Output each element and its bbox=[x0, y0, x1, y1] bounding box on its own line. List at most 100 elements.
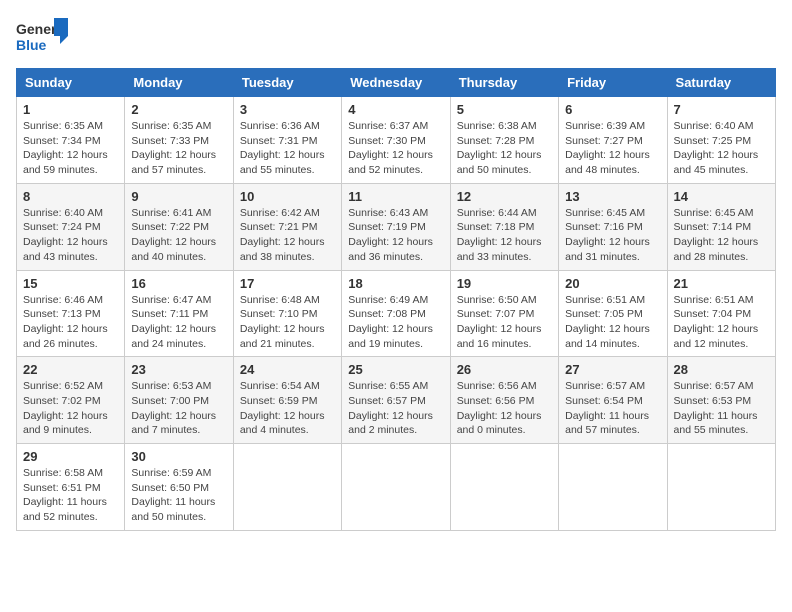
calendar-cell: 19 Sunrise: 6:50 AM Sunset: 7:07 PM Dayli… bbox=[450, 270, 558, 357]
day-number: 28 bbox=[674, 362, 769, 377]
day-info: Sunrise: 6:37 AM Sunset: 7:30 PM Dayligh… bbox=[348, 119, 443, 178]
calendar-week-2: 8Sunrise: 6:40 AM Sunset: 7:24 PM Daylig… bbox=[17, 183, 776, 270]
day-info: Sunrise: 6:58 AM Sunset: 6:51 PM Dayligh… bbox=[23, 466, 118, 525]
day-number: 24 bbox=[240, 362, 335, 377]
calendar-cell: 25 Sunrise: 6:55 AM Sunset: 6:57 PM Dayli… bbox=[342, 357, 450, 444]
calendar-week-1: 1 Sunrise: 6:35 AM Sunset: 7:34 PM Daylig… bbox=[17, 97, 776, 184]
day-info: Sunrise: 6:42 AM Sunset: 7:21 PM Dayligh… bbox=[240, 206, 335, 265]
logo: GeneralBlue bbox=[16, 16, 71, 58]
calendar-week-5: 29 Sunrise: 6:58 AM Sunset: 6:51 PM Dayli… bbox=[17, 444, 776, 531]
calendar-cell bbox=[559, 444, 667, 531]
calendar-cell: 20Sunrise: 6:51 AM Sunset: 7:05 PM Dayli… bbox=[559, 270, 667, 357]
day-number: 15 bbox=[23, 276, 118, 291]
day-number: 9 bbox=[131, 189, 226, 204]
calendar-cell bbox=[342, 444, 450, 531]
day-number: 13 bbox=[565, 189, 660, 204]
day-number: 5 bbox=[457, 102, 552, 117]
calendar-cell: 22 Sunrise: 6:52 AM Sunset: 7:02 PM Dayli… bbox=[17, 357, 125, 444]
day-info: Sunrise: 6:35 AM Sunset: 7:33 PM Dayligh… bbox=[131, 119, 226, 178]
day-info: Sunrise: 6:49 AM Sunset: 7:08 PM Dayligh… bbox=[348, 293, 443, 352]
day-number: 11 bbox=[348, 189, 443, 204]
day-number: 2 bbox=[131, 102, 226, 117]
day-info: Sunrise: 6:50 AM Sunset: 7:07 PM Dayligh… bbox=[457, 293, 552, 352]
calendar-cell bbox=[667, 444, 775, 531]
svg-text:Blue: Blue bbox=[16, 37, 47, 53]
calendar-cell: 5 Sunrise: 6:38 AM Sunset: 7:28 PM Daylig… bbox=[450, 97, 558, 184]
day-info: Sunrise: 6:41 AM Sunset: 7:22 PM Dayligh… bbox=[131, 206, 226, 265]
day-number: 27 bbox=[565, 362, 660, 377]
calendar-cell: 15 Sunrise: 6:46 AM Sunset: 7:13 PM Dayli… bbox=[17, 270, 125, 357]
day-info: Sunrise: 6:39 AM Sunset: 7:27 PM Dayligh… bbox=[565, 119, 660, 178]
logo-svg: GeneralBlue bbox=[16, 16, 71, 58]
calendar-cell: 1 Sunrise: 6:35 AM Sunset: 7:34 PM Daylig… bbox=[17, 97, 125, 184]
weekday-header-friday: Friday bbox=[559, 69, 667, 97]
calendar-cell: 17 Sunrise: 6:48 AM Sunset: 7:10 PM Dayli… bbox=[233, 270, 341, 357]
day-number: 7 bbox=[674, 102, 769, 117]
day-info: Sunrise: 6:40 AM Sunset: 7:24 PM Dayligh… bbox=[23, 206, 118, 265]
calendar-table: SundayMondayTuesdayWednesdayThursdayFrid… bbox=[16, 68, 776, 531]
day-info: Sunrise: 6:36 AM Sunset: 7:31 PM Dayligh… bbox=[240, 119, 335, 178]
day-number: 12 bbox=[457, 189, 552, 204]
calendar-cell: 3 Sunrise: 6:36 AM Sunset: 7:31 PM Daylig… bbox=[233, 97, 341, 184]
calendar-cell bbox=[233, 444, 341, 531]
day-number: 22 bbox=[23, 362, 118, 377]
calendar-cell: 23Sunrise: 6:53 AM Sunset: 7:00 PM Dayli… bbox=[125, 357, 233, 444]
day-info: Sunrise: 6:45 AM Sunset: 7:14 PM Dayligh… bbox=[674, 206, 769, 265]
day-number: 1 bbox=[23, 102, 118, 117]
day-info: Sunrise: 6:47 AM Sunset: 7:11 PM Dayligh… bbox=[131, 293, 226, 352]
day-info: Sunrise: 6:46 AM Sunset: 7:13 PM Dayligh… bbox=[23, 293, 118, 352]
day-info: Sunrise: 6:54 AM Sunset: 6:59 PM Dayligh… bbox=[240, 379, 335, 438]
calendar-cell: 29 Sunrise: 6:58 AM Sunset: 6:51 PM Dayli… bbox=[17, 444, 125, 531]
day-info: Sunrise: 6:51 AM Sunset: 7:04 PM Dayligh… bbox=[674, 293, 769, 352]
weekday-header-tuesday: Tuesday bbox=[233, 69, 341, 97]
day-info: Sunrise: 6:43 AM Sunset: 7:19 PM Dayligh… bbox=[348, 206, 443, 265]
weekday-header-thursday: Thursday bbox=[450, 69, 558, 97]
day-number: 3 bbox=[240, 102, 335, 117]
calendar-cell: 12 Sunrise: 6:44 AM Sunset: 7:18 PM Dayli… bbox=[450, 183, 558, 270]
day-info: Sunrise: 6:57 AM Sunset: 6:53 PM Dayligh… bbox=[674, 379, 769, 438]
day-info: Sunrise: 6:40 AM Sunset: 7:25 PM Dayligh… bbox=[674, 119, 769, 178]
calendar-cell: 8Sunrise: 6:40 AM Sunset: 7:24 PM Daylig… bbox=[17, 183, 125, 270]
calendar-cell bbox=[450, 444, 558, 531]
day-info: Sunrise: 6:59 AM Sunset: 6:50 PM Dayligh… bbox=[131, 466, 226, 525]
day-info: Sunrise: 6:44 AM Sunset: 7:18 PM Dayligh… bbox=[457, 206, 552, 265]
day-number: 30 bbox=[131, 449, 226, 464]
day-info: Sunrise: 6:45 AM Sunset: 7:16 PM Dayligh… bbox=[565, 206, 660, 265]
weekday-header-monday: Monday bbox=[125, 69, 233, 97]
calendar-cell: 27 Sunrise: 6:57 AM Sunset: 6:54 PM Dayli… bbox=[559, 357, 667, 444]
day-number: 29 bbox=[23, 449, 118, 464]
calendar-cell: 26Sunrise: 6:56 AM Sunset: 6:56 PM Dayli… bbox=[450, 357, 558, 444]
calendar-cell: 21Sunrise: 6:51 AM Sunset: 7:04 PM Dayli… bbox=[667, 270, 775, 357]
weekday-header-saturday: Saturday bbox=[667, 69, 775, 97]
calendar-cell: 7 Sunrise: 6:40 AM Sunset: 7:25 PM Daylig… bbox=[667, 97, 775, 184]
calendar-week-4: 22 Sunrise: 6:52 AM Sunset: 7:02 PM Dayli… bbox=[17, 357, 776, 444]
calendar-cell: 14 Sunrise: 6:45 AM Sunset: 7:14 PM Dayli… bbox=[667, 183, 775, 270]
day-number: 14 bbox=[674, 189, 769, 204]
day-number: 25 bbox=[348, 362, 443, 377]
day-number: 10 bbox=[240, 189, 335, 204]
calendar-cell: 9 Sunrise: 6:41 AM Sunset: 7:22 PM Daylig… bbox=[125, 183, 233, 270]
calendar-cell: 2 Sunrise: 6:35 AM Sunset: 7:33 PM Daylig… bbox=[125, 97, 233, 184]
calendar-cell: 6 Sunrise: 6:39 AM Sunset: 7:27 PM Daylig… bbox=[559, 97, 667, 184]
day-number: 23 bbox=[131, 362, 226, 377]
day-info: Sunrise: 6:55 AM Sunset: 6:57 PM Dayligh… bbox=[348, 379, 443, 438]
day-info: Sunrise: 6:38 AM Sunset: 7:28 PM Dayligh… bbox=[457, 119, 552, 178]
calendar-cell: 28 Sunrise: 6:57 AM Sunset: 6:53 PM Dayli… bbox=[667, 357, 775, 444]
day-number: 16 bbox=[131, 276, 226, 291]
day-number: 19 bbox=[457, 276, 552, 291]
day-number: 6 bbox=[565, 102, 660, 117]
day-info: Sunrise: 6:48 AM Sunset: 7:10 PM Dayligh… bbox=[240, 293, 335, 352]
day-info: Sunrise: 6:56 AM Sunset: 6:56 PM Dayligh… bbox=[457, 379, 552, 438]
day-number: 4 bbox=[348, 102, 443, 117]
day-info: Sunrise: 6:57 AM Sunset: 6:54 PM Dayligh… bbox=[565, 379, 660, 438]
calendar-cell: 30 Sunrise: 6:59 AM Sunset: 6:50 PM Dayli… bbox=[125, 444, 233, 531]
day-info: Sunrise: 6:52 AM Sunset: 7:02 PM Dayligh… bbox=[23, 379, 118, 438]
weekday-header-wednesday: Wednesday bbox=[342, 69, 450, 97]
calendar-cell: 18Sunrise: 6:49 AM Sunset: 7:08 PM Dayli… bbox=[342, 270, 450, 357]
day-number: 17 bbox=[240, 276, 335, 291]
calendar-cell: 11 Sunrise: 6:43 AM Sunset: 7:19 PM Dayli… bbox=[342, 183, 450, 270]
weekday-header-sunday: Sunday bbox=[17, 69, 125, 97]
calendar-cell: 13 Sunrise: 6:45 AM Sunset: 7:16 PM Dayli… bbox=[559, 183, 667, 270]
header: GeneralBlue bbox=[16, 16, 776, 58]
day-info: Sunrise: 6:35 AM Sunset: 7:34 PM Dayligh… bbox=[23, 119, 118, 178]
